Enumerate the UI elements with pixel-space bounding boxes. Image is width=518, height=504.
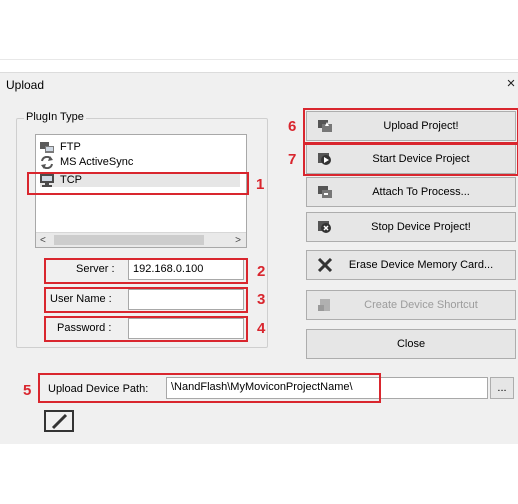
- plugin-type-label: PlugIn Type: [24, 111, 86, 123]
- attach-process-icon: [317, 185, 333, 199]
- create-device-shortcut-label: Create Device Shortcut: [364, 299, 478, 311]
- scroll-right-icon[interactable]: >: [235, 233, 241, 248]
- create-device-shortcut-button[interactable]: Create Device Shortcut: [306, 290, 516, 320]
- highlight-tcp: [27, 172, 249, 195]
- browse-button[interactable]: ...: [490, 377, 514, 399]
- annotation-7: 7: [288, 151, 297, 168]
- activesync-label: MS ActiveSync: [60, 156, 134, 168]
- highlight-upload-path: [38, 373, 381, 403]
- stop-device-project-label: Stop Device Project!: [371, 221, 471, 233]
- highlight-upload-project: [303, 108, 518, 145]
- dialog-title: Upload: [6, 78, 45, 92]
- close-label: Close: [396, 338, 426, 350]
- annotation-2: 2: [257, 263, 266, 280]
- erase-device-memory-button[interactable]: Erase Device Memory Card...: [306, 250, 516, 280]
- annotation-3: 3: [257, 291, 266, 308]
- ftp-label: FTP: [60, 141, 81, 153]
- attach-to-process-label: Attach To Process...: [372, 186, 470, 198]
- scroll-left-icon[interactable]: <: [40, 233, 46, 248]
- highlight-start-device: [303, 142, 518, 176]
- ftp-icon: [40, 141, 54, 154]
- edit-cursor-icon: [44, 410, 74, 432]
- erase-x-icon: [317, 257, 333, 273]
- activesync-icon: [40, 155, 54, 169]
- list-horizontal-scrollbar[interactable]: < >: [36, 232, 246, 247]
- stop-device-icon: [317, 220, 333, 234]
- close-button[interactable]: Close: [306, 329, 516, 359]
- annotation-4: 4: [257, 320, 266, 337]
- close-icon[interactable]: ×: [504, 75, 518, 92]
- window-top-area: [0, 0, 518, 60]
- scrollbar-thumb[interactable]: [54, 235, 204, 245]
- highlight-username: [44, 287, 248, 313]
- highlight-password: [44, 316, 248, 342]
- list-item-activesync[interactable]: MS ActiveSync: [40, 155, 133, 169]
- attach-to-process-button[interactable]: Attach To Process...: [306, 177, 516, 207]
- annotation-5: 5: [23, 382, 32, 399]
- stop-device-project-button[interactable]: Stop Device Project!: [306, 212, 516, 242]
- shortcut-icon: [317, 298, 333, 312]
- annotation-1: 1: [256, 176, 265, 193]
- erase-device-memory-label: Erase Device Memory Card...: [348, 259, 494, 271]
- list-item-ftp[interactable]: FTP: [40, 140, 81, 154]
- highlight-server: [44, 258, 248, 284]
- annotation-6: 6: [288, 118, 297, 135]
